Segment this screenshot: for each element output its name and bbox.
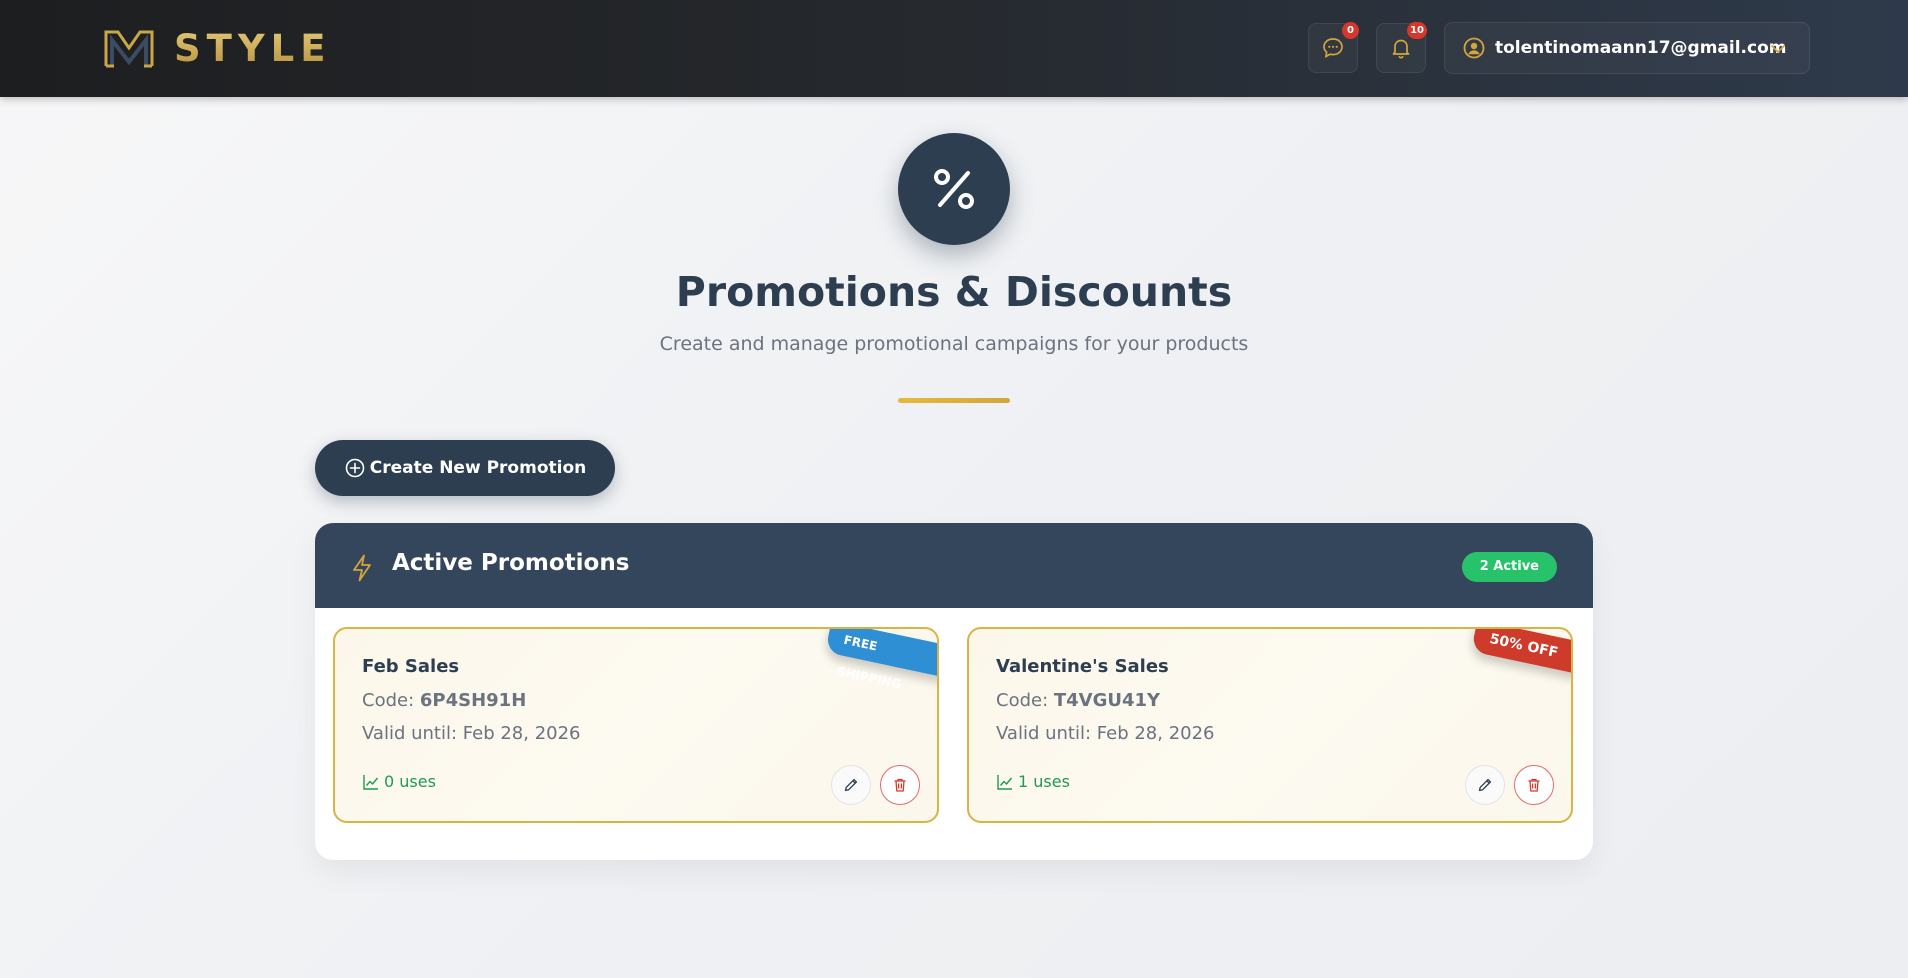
lightning-icon — [353, 554, 371, 582]
create-promotion-button[interactable]: Create New Promotion — [315, 440, 615, 496]
promo-type-ribbon: 50% OFF — [1470, 629, 1571, 675]
promotion-valid-until: Valid until: Feb 28, 2026 — [362, 723, 581, 744]
promotion-uses: 1 uses — [996, 772, 1070, 791]
delete-promotion-button[interactable] — [1514, 765, 1554, 805]
uses-count: 0 uses — [384, 772, 436, 791]
title-divider — [898, 398, 1010, 403]
user-avatar-icon — [1463, 37, 1485, 59]
promotion-card[interactable]: FREE SHIPPING Feb Sales Code: 6P4SH91H V… — [333, 627, 939, 823]
bell-icon — [1392, 39, 1410, 59]
user-account-menu[interactable]: tolentinomaann17@gmail.com — [1444, 22, 1810, 74]
notifications-button[interactable]: 10 — [1376, 22, 1427, 73]
panel-header: Active Promotions 2 Active — [315, 523, 1593, 608]
messages-count-badge: 0 — [1342, 22, 1359, 39]
code-label: Code: — [362, 690, 420, 711]
percent-icon — [934, 169, 974, 209]
edit-promotion-button[interactable] — [831, 765, 871, 805]
promotion-valid-until: Valid until: Feb 28, 2026 — [996, 723, 1215, 744]
code-label: Code: — [996, 690, 1054, 711]
promotion-name: Valentine's Sales — [996, 656, 1169, 677]
percent-badge — [898, 133, 1010, 245]
promotion-uses: 0 uses — [362, 772, 436, 791]
notifications-count-badge: 10 — [1407, 22, 1427, 39]
promotion-code: 6P4SH91H — [419, 690, 527, 711]
pencil-icon — [844, 778, 858, 792]
edit-promotion-button[interactable] — [1465, 765, 1505, 805]
active-count-badge: 2 Active — [1461, 552, 1557, 582]
pencil-icon — [1478, 778, 1492, 792]
chat-icon — [1323, 38, 1343, 59]
create-promotion-label: Create New Promotion — [369, 458, 587, 478]
trend-chart-icon — [363, 774, 379, 790]
trend-chart-icon — [997, 774, 1013, 790]
page-title: Promotions & Discounts — [675, 268, 1233, 316]
delete-promotion-button[interactable] — [880, 765, 920, 805]
chevron-down-icon — [1771, 45, 1785, 54]
active-promotions-panel: Active Promotions 2 Active FREE SHIPPING… — [315, 523, 1593, 860]
plus-circle-icon — [345, 458, 365, 478]
promo-type-ribbon: FREE SHIPPING — [825, 629, 937, 691]
promotion-code: T4VGU41Y — [1053, 690, 1161, 711]
panel-title: Active Promotions — [392, 550, 630, 576]
messages-button[interactable]: 0 — [1308, 22, 1359, 73]
trash-icon — [1528, 778, 1540, 792]
promotion-name: Feb Sales — [362, 656, 460, 677]
promotion-card[interactable]: 50% OFF Valentine's Sales Code: T4VGU41Y… — [967, 627, 1573, 823]
uses-count: 1 uses — [1018, 772, 1070, 791]
page-subtitle: Create and manage promotional campaigns … — [659, 333, 1249, 355]
promotion-code-line: Code: 6P4SH91H — [362, 690, 526, 711]
brand-m-icon — [104, 30, 154, 68]
user-email: tolentinomaann17@gmail.com — [1495, 38, 1787, 58]
brand-name: STYLE — [174, 26, 332, 70]
promotion-code-line: Code: T4VGU41Y — [996, 690, 1160, 711]
top-navbar: STYLE 0 10 tolentinomaann17@gmail.com — [0, 0, 1908, 97]
trash-icon — [894, 778, 906, 792]
brand-logo[interactable]: STYLE — [104, 26, 332, 70]
